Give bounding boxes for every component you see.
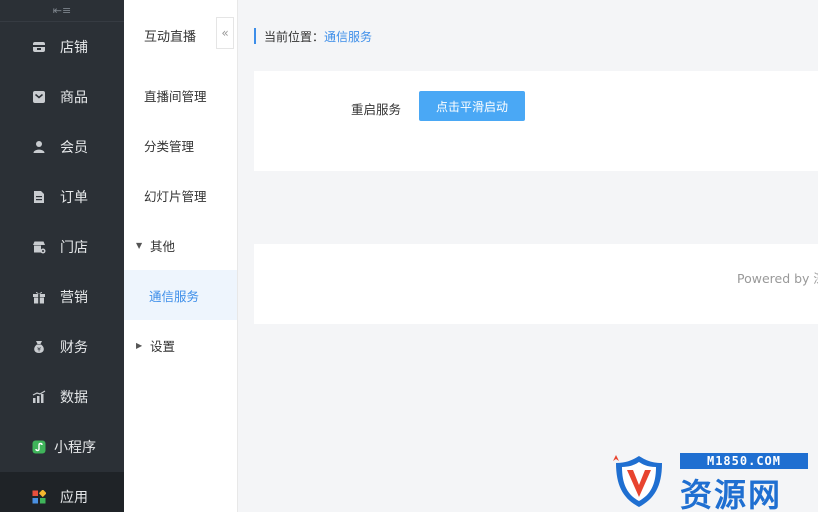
smooth-restart-button[interactable]: 点击平滑启动	[419, 91, 525, 121]
breadcrumb: 当前位置： 通信服务	[254, 28, 372, 44]
sub-item-live-room[interactable]: 直播间管理	[124, 70, 237, 120]
double-chevron-left-icon: «	[221, 26, 229, 40]
watermark-domain: M1850.COM	[680, 453, 808, 469]
svg-text:¥: ¥	[37, 347, 41, 354]
sidebar-item-label: 财务	[60, 340, 88, 356]
restart-service-label: 重启服务	[351, 102, 402, 117]
sidebar-item-order[interactable]: 订单	[0, 172, 124, 222]
sidebar-item-label: 商品	[60, 90, 88, 106]
watermark: M1850.COM 资源网	[610, 450, 814, 512]
sidebar-item-label: 订单	[60, 190, 88, 206]
caret-down-icon: ▼	[136, 240, 143, 250]
sub-sidebar-collapse-button[interactable]: «	[216, 17, 234, 49]
breadcrumb-prefix: 当前位置：	[264, 29, 325, 44]
sidebar-item-store[interactable]: 店铺	[0, 22, 124, 72]
sidebar-item-apps[interactable]: 应用	[0, 472, 124, 512]
main-content: 当前位置： 通信服务 重启服务 点击平滑启动 Powered by 深	[238, 0, 818, 512]
main-sidebar: ⇤≡ 店铺 商品 会员 订单 门店 营销 ¥ 财务 数据 小程序 应用	[0, 0, 124, 512]
sub-item-communication-service[interactable]: 通信服务	[124, 270, 237, 320]
shop-settings-icon	[32, 240, 46, 254]
sidebar-item-label: 应用	[60, 490, 88, 506]
sub-item-category[interactable]: 分类管理	[124, 120, 237, 170]
sidebar-item-label: 店铺	[60, 40, 88, 56]
sidebar-item-data[interactable]: 数据	[0, 372, 124, 422]
sidebar-item-finance[interactable]: ¥ 财务	[0, 322, 124, 372]
sub-item-label: 设置	[150, 338, 176, 354]
sidebar-item-mini-program[interactable]: 小程序	[0, 422, 124, 472]
sidebar-item-shop[interactable]: 门店	[0, 222, 124, 272]
watermark-shield-icon	[613, 455, 662, 507]
gift-icon	[32, 290, 46, 304]
goods-icon	[32, 90, 46, 104]
sub-item-label: 幻灯片管理	[144, 188, 207, 204]
footer: Powered by 深	[254, 244, 818, 324]
sub-sidebar: 互动直播 直播间管理 分类管理 幻灯片管理 ▼ 其他 通信服务 ▶ 设置	[124, 0, 238, 512]
sidebar-item-label: 小程序	[54, 440, 96, 456]
sub-group-other[interactable]: ▼ 其他	[124, 220, 237, 270]
store-icon	[32, 40, 46, 54]
sidebar-item-label: 数据	[60, 390, 88, 406]
breadcrumb-current[interactable]: 通信服务	[324, 28, 372, 45]
member-icon	[32, 140, 46, 154]
sidebar-collapse-toggle[interactable]: ⇤≡	[0, 0, 124, 22]
sidebar-item-goods[interactable]: 商品	[0, 72, 124, 122]
sub-item-slides[interactable]: 幻灯片管理	[124, 170, 237, 220]
sub-item-label: 直播间管理	[144, 88, 207, 104]
sidebar-item-label: 门店	[60, 240, 88, 256]
order-icon	[32, 190, 46, 204]
caret-right-icon: ▶	[136, 340, 143, 350]
sidebar-item-label: 会员	[60, 140, 88, 156]
menu-collapse-icon: ⇤≡	[52, 4, 72, 17]
sidebar-item-member[interactable]: 会员	[0, 122, 124, 172]
mini-program-icon	[32, 440, 46, 454]
chart-icon	[32, 390, 46, 404]
sub-item-label: 其他	[150, 238, 176, 254]
sub-group-settings[interactable]: ▶ 设置	[124, 320, 237, 370]
watermark-name: 资源网	[680, 476, 783, 512]
sidebar-item-marketing[interactable]: 营销	[0, 272, 124, 322]
powered-by-text: Powered by 深	[737, 271, 818, 286]
sidebar-item-label: 营销	[60, 290, 88, 306]
money-bag-icon: ¥	[32, 340, 46, 354]
apps-icon	[32, 490, 46, 504]
sub-item-label: 通信服务	[149, 288, 200, 304]
sub-item-label: 分类管理	[144, 138, 195, 154]
restart-service-panel: 重启服务 点击平滑启动	[254, 71, 818, 171]
